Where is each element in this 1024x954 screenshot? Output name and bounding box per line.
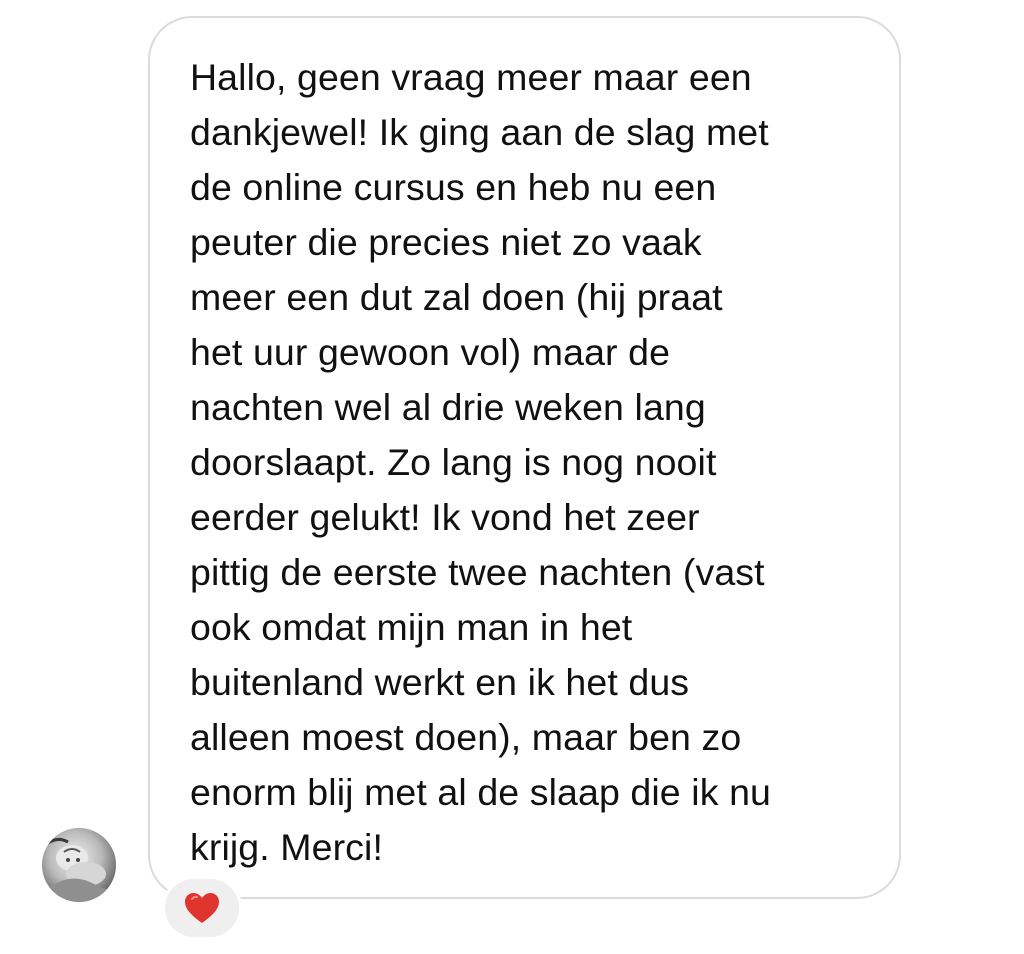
heart-icon	[185, 893, 219, 923]
message-text: Hallo, geen vraag meer maar een dankjewe…	[190, 56, 771, 868]
avatar-photo-icon	[42, 828, 116, 902]
sender-avatar[interactable]	[42, 828, 116, 902]
message-bubble[interactable]: Hallo, geen vraag meer maar een dankjewe…	[148, 16, 901, 899]
reaction-badge[interactable]	[162, 876, 242, 940]
